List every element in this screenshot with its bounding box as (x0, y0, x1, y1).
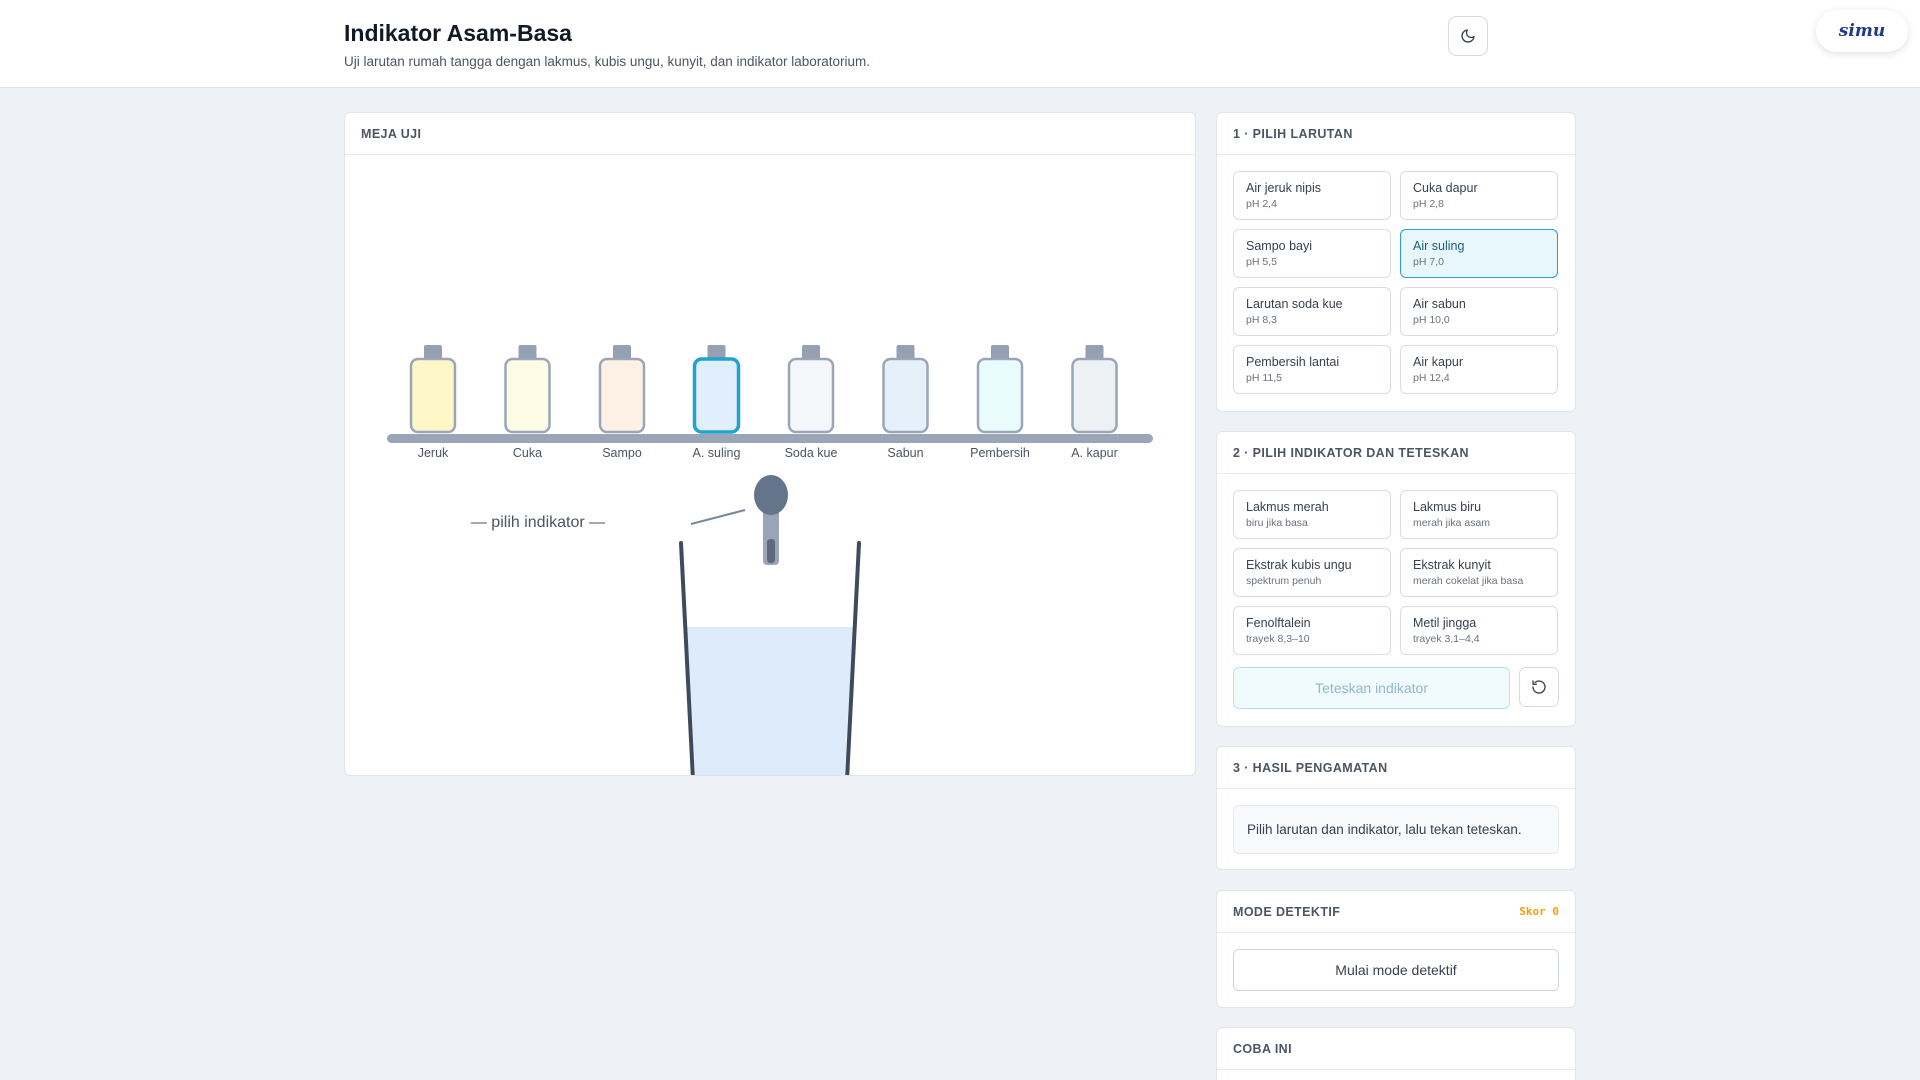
test-bench-panel: MEJA UJI Jeruk Cuka Sampo A. suling Soda kue… (344, 112, 1196, 776)
reset-icon (1532, 680, 1546, 694)
page-title: Indikator Asam-Basa (344, 20, 572, 46)
solution-panel: 1 · PILIH LARUTAN Air jeruk nipis pH 2,4 C… (1216, 112, 1576, 412)
page-subtitle: Uji larutan rumah tangga dengan lakmus, … (344, 54, 871, 69)
solution-option[interactable]: Larutan soda kue pH 8,3 (1233, 287, 1391, 336)
solution-option-detail: pH 11,5 (1246, 372, 1282, 384)
indicator-actions: Teteskan indikator (1217, 655, 1575, 709)
score-label: Skor 0 (1519, 905, 1559, 918)
solution-heading: 1 · PILIH LARUTAN (1233, 126, 1353, 141)
solution-option-detail: pH 2,8 (1413, 198, 1444, 210)
detective-heading: MODE DETEKTIF (1233, 904, 1341, 919)
indicator-option-name: Lakmus merah (1246, 500, 1329, 514)
hint-pointer-line (690, 509, 746, 525)
solution-grid: Air jeruk nipis pH 2,4 Cuka dapur pH 2,8 Sam… (1217, 155, 1575, 394)
drip-indicator-button[interactable]: Teteskan indikator (1233, 667, 1511, 709)
indicator-option-detail: trayek 3,1–4,4 (1413, 633, 1480, 645)
indicator-option-name: Lakmus biru (1413, 500, 1482, 514)
indicator-option-detail: spektrum penuh (1246, 575, 1322, 587)
solution-option-detail: pH 7,0 (1413, 256, 1444, 268)
indicator-option-name: Ekstrak kubis ungu (1246, 558, 1352, 572)
panel-heading: MODE DETEKTIF Skor 0 (1217, 891, 1575, 933)
panel-heading: 1 · PILIH LARUTAN (1217, 113, 1575, 155)
try-this-heading: COBA INI (1233, 1041, 1292, 1056)
bottle-body (692, 357, 741, 434)
bottle-body (1071, 357, 1118, 434)
solution-option-name: Air suling (1413, 239, 1465, 253)
bench-heading: MEJA UJI (361, 126, 422, 141)
bottle-body (409, 357, 457, 434)
indicator-option-detail: merah cokelat jika basa (1413, 575, 1524, 587)
reset-button[interactable] (1519, 667, 1559, 707)
bottle-label: Pembersih (970, 446, 1030, 460)
result-heading: 3 · HASIL PENGAMATAN (1233, 760, 1388, 775)
solution-option-detail: pH 5,5 (1246, 256, 1277, 268)
bottle-label: Soda kue (785, 446, 838, 460)
beaker-liquid (687, 627, 853, 775)
indicator-option[interactable]: Ekstrak kubis ungu spektrum penuh (1233, 548, 1391, 597)
bottle-label: Sabun (887, 446, 923, 460)
indicator-heading: 2 · PILIH INDIKATOR DAN TETESKAN (1233, 445, 1469, 460)
bottle-body (504, 357, 551, 434)
solution-option-detail: pH 12,4 (1413, 372, 1450, 384)
result-panel: 3 · HASIL PENGAMATAN Pilih larutan dan i… (1216, 746, 1576, 870)
solution-option-detail: pH 8,3 (1246, 314, 1277, 326)
indicator-grid: Lakmus merah biru jika basa Lakmus biru mer… (1217, 474, 1575, 655)
start-detective-button[interactable]: Mulai mode detektif (1233, 949, 1559, 991)
solution-option[interactable]: Air kapur pH 12,4 (1400, 345, 1558, 394)
solution-option[interactable]: Pembersih lantai pH 11,5 (1233, 345, 1391, 394)
indicator-option[interactable]: Metil jingga trayek 3,1–4,4 (1400, 606, 1558, 655)
indicator-option-name: Fenolftalein (1246, 616, 1311, 630)
try-this-panel: COBA INI (1216, 1027, 1576, 1080)
solution-option[interactable]: Cuka dapur pH 2,8 (1400, 171, 1558, 220)
indicator-panel: 2 · PILIH INDIKATOR DAN TETESKAN Lakmus … (1216, 431, 1576, 727)
shelf (387, 434, 1153, 443)
dropper-bulb[interactable] (754, 475, 788, 515)
solution-option-name: Cuka dapur (1413, 181, 1478, 195)
solution-option-detail: pH 10,0 (1413, 314, 1450, 326)
indicator-option-name: Metil jingga (1413, 616, 1477, 630)
dropper-tip (767, 539, 775, 563)
panel-heading: MEJA UJI (345, 113, 1195, 155)
bottle-body (598, 357, 646, 434)
indicator-option[interactable]: Lakmus biru merah jika asam (1400, 490, 1558, 539)
detective-panel: MODE DETEKTIF Skor 0 Mulai mode detektif (1216, 890, 1576, 1008)
indicator-option-name: Ekstrak kunyit (1413, 558, 1491, 572)
solution-option[interactable]: Air jeruk nipis pH 2,4 (1233, 171, 1391, 220)
solution-option-name: Larutan soda kue (1246, 297, 1343, 311)
solution-option[interactable]: Air sabun pH 10,0 (1400, 287, 1558, 336)
indicator-option[interactable]: Ekstrak kunyit merah cokelat jika basa (1400, 548, 1558, 597)
indicator-option-detail: trayek 8,3–10 (1246, 633, 1310, 645)
bottle-label: Cuka (513, 446, 542, 460)
solution-option-name: Air sabun (1413, 297, 1466, 311)
panel-heading: 3 · HASIL PENGAMATAN (1217, 747, 1575, 789)
bottle-body (882, 357, 929, 434)
indicator-option[interactable]: Fenolftalein trayek 8,3–10 (1233, 606, 1391, 655)
bottle-label: A. kapur (1071, 446, 1118, 460)
solution-option-name: Sampo bayi (1246, 239, 1313, 253)
indicator-option-detail: biru jika basa (1246, 517, 1308, 529)
theme-toggle-button[interactable] (1448, 16, 1488, 56)
bottle-body (976, 357, 1024, 434)
solution-option-name: Air jeruk nipis (1246, 181, 1322, 195)
bottle-body (787, 357, 835, 434)
solution-option-name: Pembersih lantai (1246, 355, 1340, 369)
logo-text: simu (1838, 21, 1886, 41)
solution-option-detail: pH 2,4 (1246, 198, 1277, 210)
indicator-option-detail: merah jika asam (1413, 517, 1491, 529)
solution-option-name: Air kapur (1413, 355, 1464, 369)
panel-heading: COBA INI (1217, 1028, 1575, 1070)
bottle-label: Jeruk (418, 446, 449, 460)
bench-scene: Jeruk Cuka Sampo A. suling Soda kue Sabun Pemb… (387, 345, 1153, 775)
moon-icon (1461, 29, 1475, 43)
solution-option[interactable]: Air suling pH 7,0 (1400, 229, 1558, 278)
result-message: Pilih larutan dan indikator, lalu tekan … (1233, 805, 1559, 854)
solution-option[interactable]: Sampo bayi pH 5,5 (1233, 229, 1391, 278)
indicator-option[interactable]: Lakmus merah biru jika basa (1233, 490, 1391, 539)
simu-logo[interactable]: simu (1816, 10, 1908, 52)
bottle-label: A. suling (693, 446, 741, 460)
top-bar: Indikator Asam-Basa Uji larutan rumah ta… (0, 0, 1920, 88)
bottle-label: Sampo (602, 446, 642, 460)
indicator-hint: — pilih indikator — (471, 514, 605, 531)
panel-heading: 2 · PILIH INDIKATOR DAN TETESKAN (1217, 432, 1575, 474)
